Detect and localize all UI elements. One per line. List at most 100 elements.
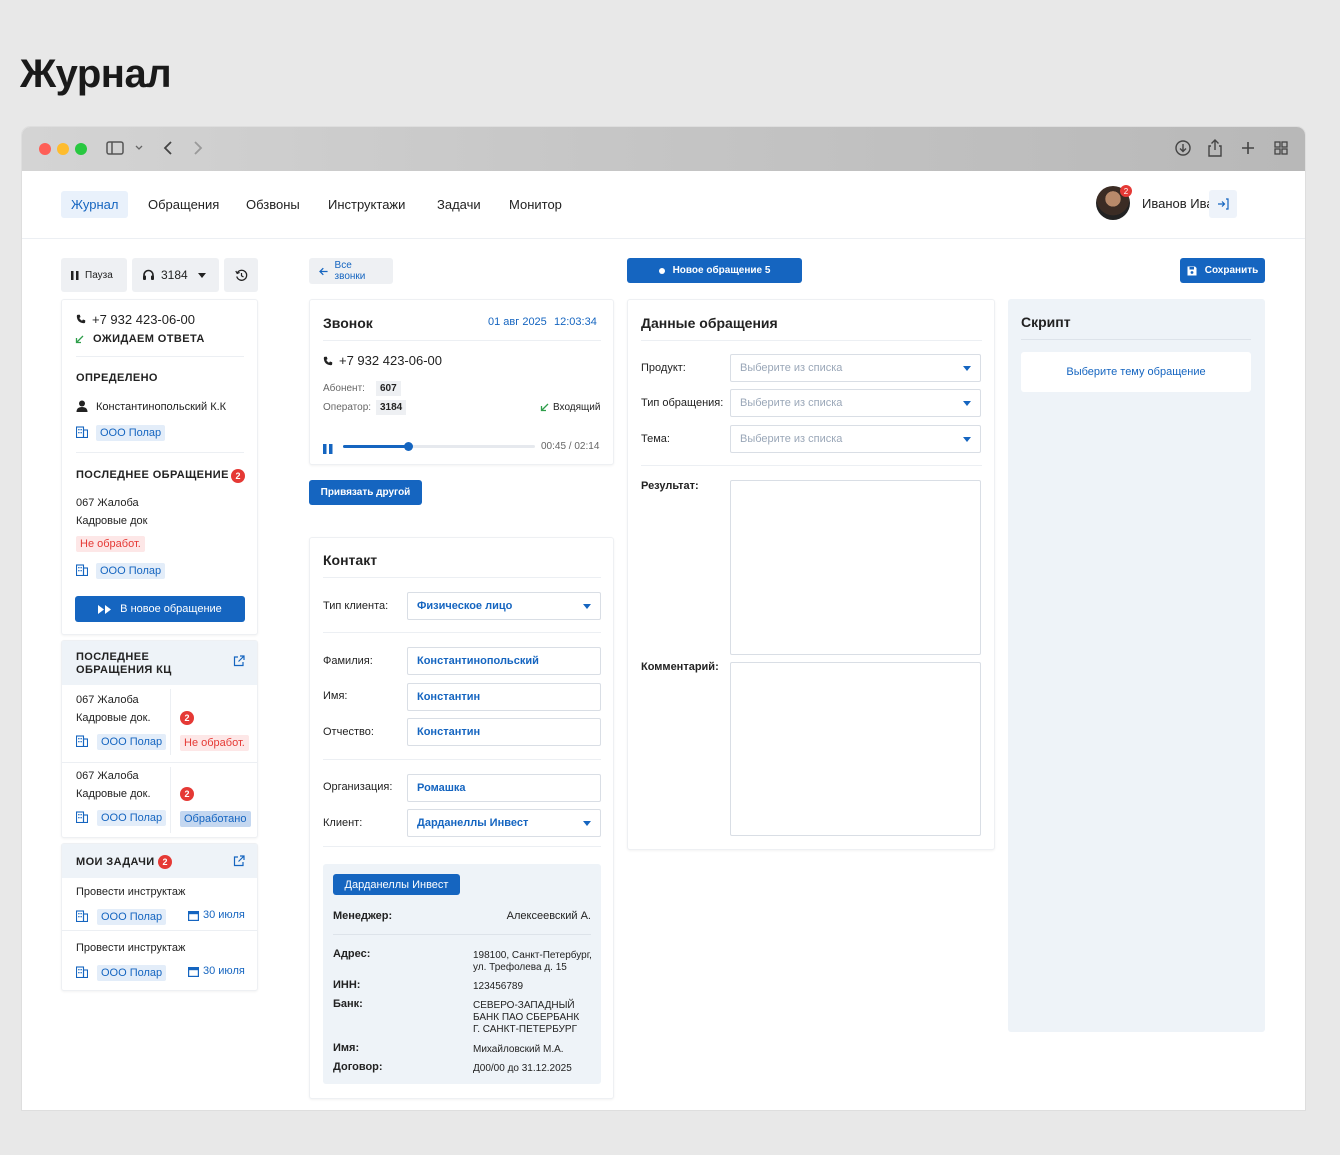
name-value: Михайловский М.А.: [473, 1044, 564, 1055]
script-title: Скрипт: [1021, 314, 1071, 330]
to-new-request-button[interactable]: В новое обращение: [75, 596, 245, 622]
contact-title: Контакт: [323, 552, 378, 568]
minimize-window-button[interactable]: [57, 143, 69, 155]
history-button[interactable]: [224, 258, 258, 292]
caret-down-icon: [197, 272, 206, 278]
kc-item-2-line1: 067 Жалоба: [76, 770, 139, 782]
identified-org[interactable]: ООО Полар: [96, 423, 166, 441]
external-link-icon[interactable]: [233, 855, 245, 867]
address-line2: ул. Трефолева д. 15: [473, 962, 567, 973]
all-calls-button[interactable]: Все звонки: [309, 258, 393, 284]
call-direction: Входящий: [553, 402, 601, 413]
address-line1: 198100, Санкт-Петербург,: [473, 950, 592, 961]
last-request-badge: 2: [231, 469, 245, 483]
inn-value: 123456789: [473, 981, 524, 992]
client-info-tag[interactable]: Дарданеллы Инвест: [333, 874, 460, 895]
task-1-title[interactable]: Провести инструктаж: [76, 886, 185, 898]
kc-item-1-org[interactable]: ООО Полар: [97, 732, 167, 750]
phone-icon: [76, 314, 86, 324]
topic-label: Тема:: [641, 433, 670, 445]
last-request-org[interactable]: ООО Полар: [96, 561, 166, 579]
request-data-card: Данные обращения Продукт: Выберите из сп…: [627, 299, 995, 850]
pause-playback-button[interactable]: [323, 441, 333, 454]
pause-icon: [323, 444, 333, 454]
bind-other-button[interactable]: Привязать другой: [309, 480, 422, 505]
tab-overview-icon[interactable]: [1273, 140, 1289, 156]
building-icon: [76, 735, 88, 747]
new-request-button[interactable]: Новое обращение 5: [627, 258, 802, 283]
close-window-button[interactable]: [39, 143, 51, 155]
zoom-window-button[interactable]: [75, 143, 87, 155]
operator-value: 3184: [376, 400, 407, 415]
playback-track[interactable]: [343, 442, 535, 451]
comment-textarea[interactable]: [730, 662, 981, 836]
task-2-title[interactable]: Провести инструктаж: [76, 942, 185, 954]
bank-line1: СЕВЕРО-ЗАПАДНЫЙ: [473, 1000, 575, 1011]
contract-label: Договор:: [333, 1061, 383, 1073]
task-1-org[interactable]: ООО Полар: [97, 907, 167, 925]
tasks-title: МОИ ЗАДАЧИ: [76, 856, 155, 868]
firstname-input[interactable]: Константин: [407, 683, 601, 711]
share-icon[interactable]: [1207, 138, 1223, 158]
address-label: Адрес:: [333, 948, 371, 960]
client-label: Клиент:: [323, 817, 363, 829]
back-arrow-icon[interactable]: [162, 140, 174, 156]
topic-select[interactable]: Выберите из списка: [730, 425, 981, 453]
playback-knob[interactable]: [403, 442, 413, 451]
call-title: Звонок: [323, 315, 373, 331]
building-icon: [76, 811, 88, 823]
request-title: Данные обращения: [641, 315, 778, 331]
caret-down-icon: [963, 400, 971, 406]
save-icon: [1187, 266, 1197, 275]
nav-calls[interactable]: Обзвоны: [236, 191, 310, 218]
kc-item-2-line2: Кадровые док.: [76, 788, 151, 800]
arrow-left-icon: [319, 267, 328, 275]
operator-label: Оператор:: [323, 402, 372, 413]
chevron-down-icon[interactable]: [134, 144, 144, 152]
sidebar-toggle-icon[interactable]: [106, 140, 124, 156]
nav-briefings[interactable]: Инструктажи: [318, 191, 415, 218]
task-1-date: 30 июля: [203, 909, 245, 921]
pause-icon: [71, 270, 79, 280]
task-2-org[interactable]: ООО Полар: [97, 963, 167, 981]
result-textarea[interactable]: [730, 480, 981, 655]
last-request-line2: Кадровые док: [76, 515, 148, 527]
playback-time: 00:45 / 02:14: [541, 441, 600, 452]
call-phone: +7 932 423-06-00: [339, 353, 443, 368]
middlename-label: Отчество:: [323, 726, 374, 738]
forward-arrow-icon[interactable]: [192, 140, 204, 156]
lastname-input[interactable]: Константинопольский: [407, 647, 601, 675]
pause-button[interactable]: Пауза: [61, 258, 127, 292]
client-type-select[interactable]: Физическое лицо: [407, 592, 601, 620]
manager-value: Алексеевский А.: [506, 910, 591, 922]
script-topic-hint[interactable]: Выберите тему обращение: [1021, 352, 1251, 392]
last-kc-title-line1: ПОСЛЕДНЕЕ: [76, 651, 150, 663]
building-icon: [76, 966, 88, 978]
bank-label: Банк:: [333, 998, 363, 1010]
client-select[interactable]: Дарданеллы Инвест: [407, 809, 601, 837]
new-tab-icon[interactable]: [1240, 140, 1256, 156]
last-request-title: ПОСЛЕДНЕЕ ОБРАЩЕНИЕ: [76, 469, 229, 481]
request-type-select[interactable]: Выберите из списка: [730, 389, 981, 417]
nav-requests[interactable]: Обращения: [138, 191, 229, 218]
subscriber-value: 607: [376, 381, 401, 396]
nav-tasks[interactable]: Задачи: [427, 191, 491, 218]
contract-value: Д00/00 до 31.12.2025: [473, 1063, 572, 1074]
lastname-label: Фамилия:: [323, 655, 373, 667]
middlename-input[interactable]: Константин: [407, 718, 601, 746]
playback-progress: [343, 445, 408, 448]
request-type-label: Тип обращения:: [641, 397, 724, 409]
external-link-icon[interactable]: [233, 655, 245, 667]
logout-button[interactable]: [1209, 190, 1237, 218]
save-button[interactable]: Сохранить: [1180, 258, 1265, 283]
org-input[interactable]: Ромашка: [407, 774, 601, 802]
current-call-card: +7 932 423-06-00 ОЖИДАЕМ ОТВЕТА ОПРЕДЕЛЕ…: [61, 299, 258, 635]
download-icon[interactable]: [1174, 139, 1192, 157]
nav-monitor[interactable]: Монитор: [499, 191, 572, 218]
call-status: ОЖИДАЕМ ОТВЕТА: [93, 333, 205, 345]
line-select[interactable]: 3184: [132, 258, 219, 292]
kc-item-2-org[interactable]: ООО Полар: [97, 808, 167, 826]
product-select[interactable]: Выберите из списка: [730, 354, 981, 382]
identified-person: Константинопольский К.К: [96, 401, 227, 413]
nav-journal[interactable]: Журнал: [61, 191, 129, 218]
